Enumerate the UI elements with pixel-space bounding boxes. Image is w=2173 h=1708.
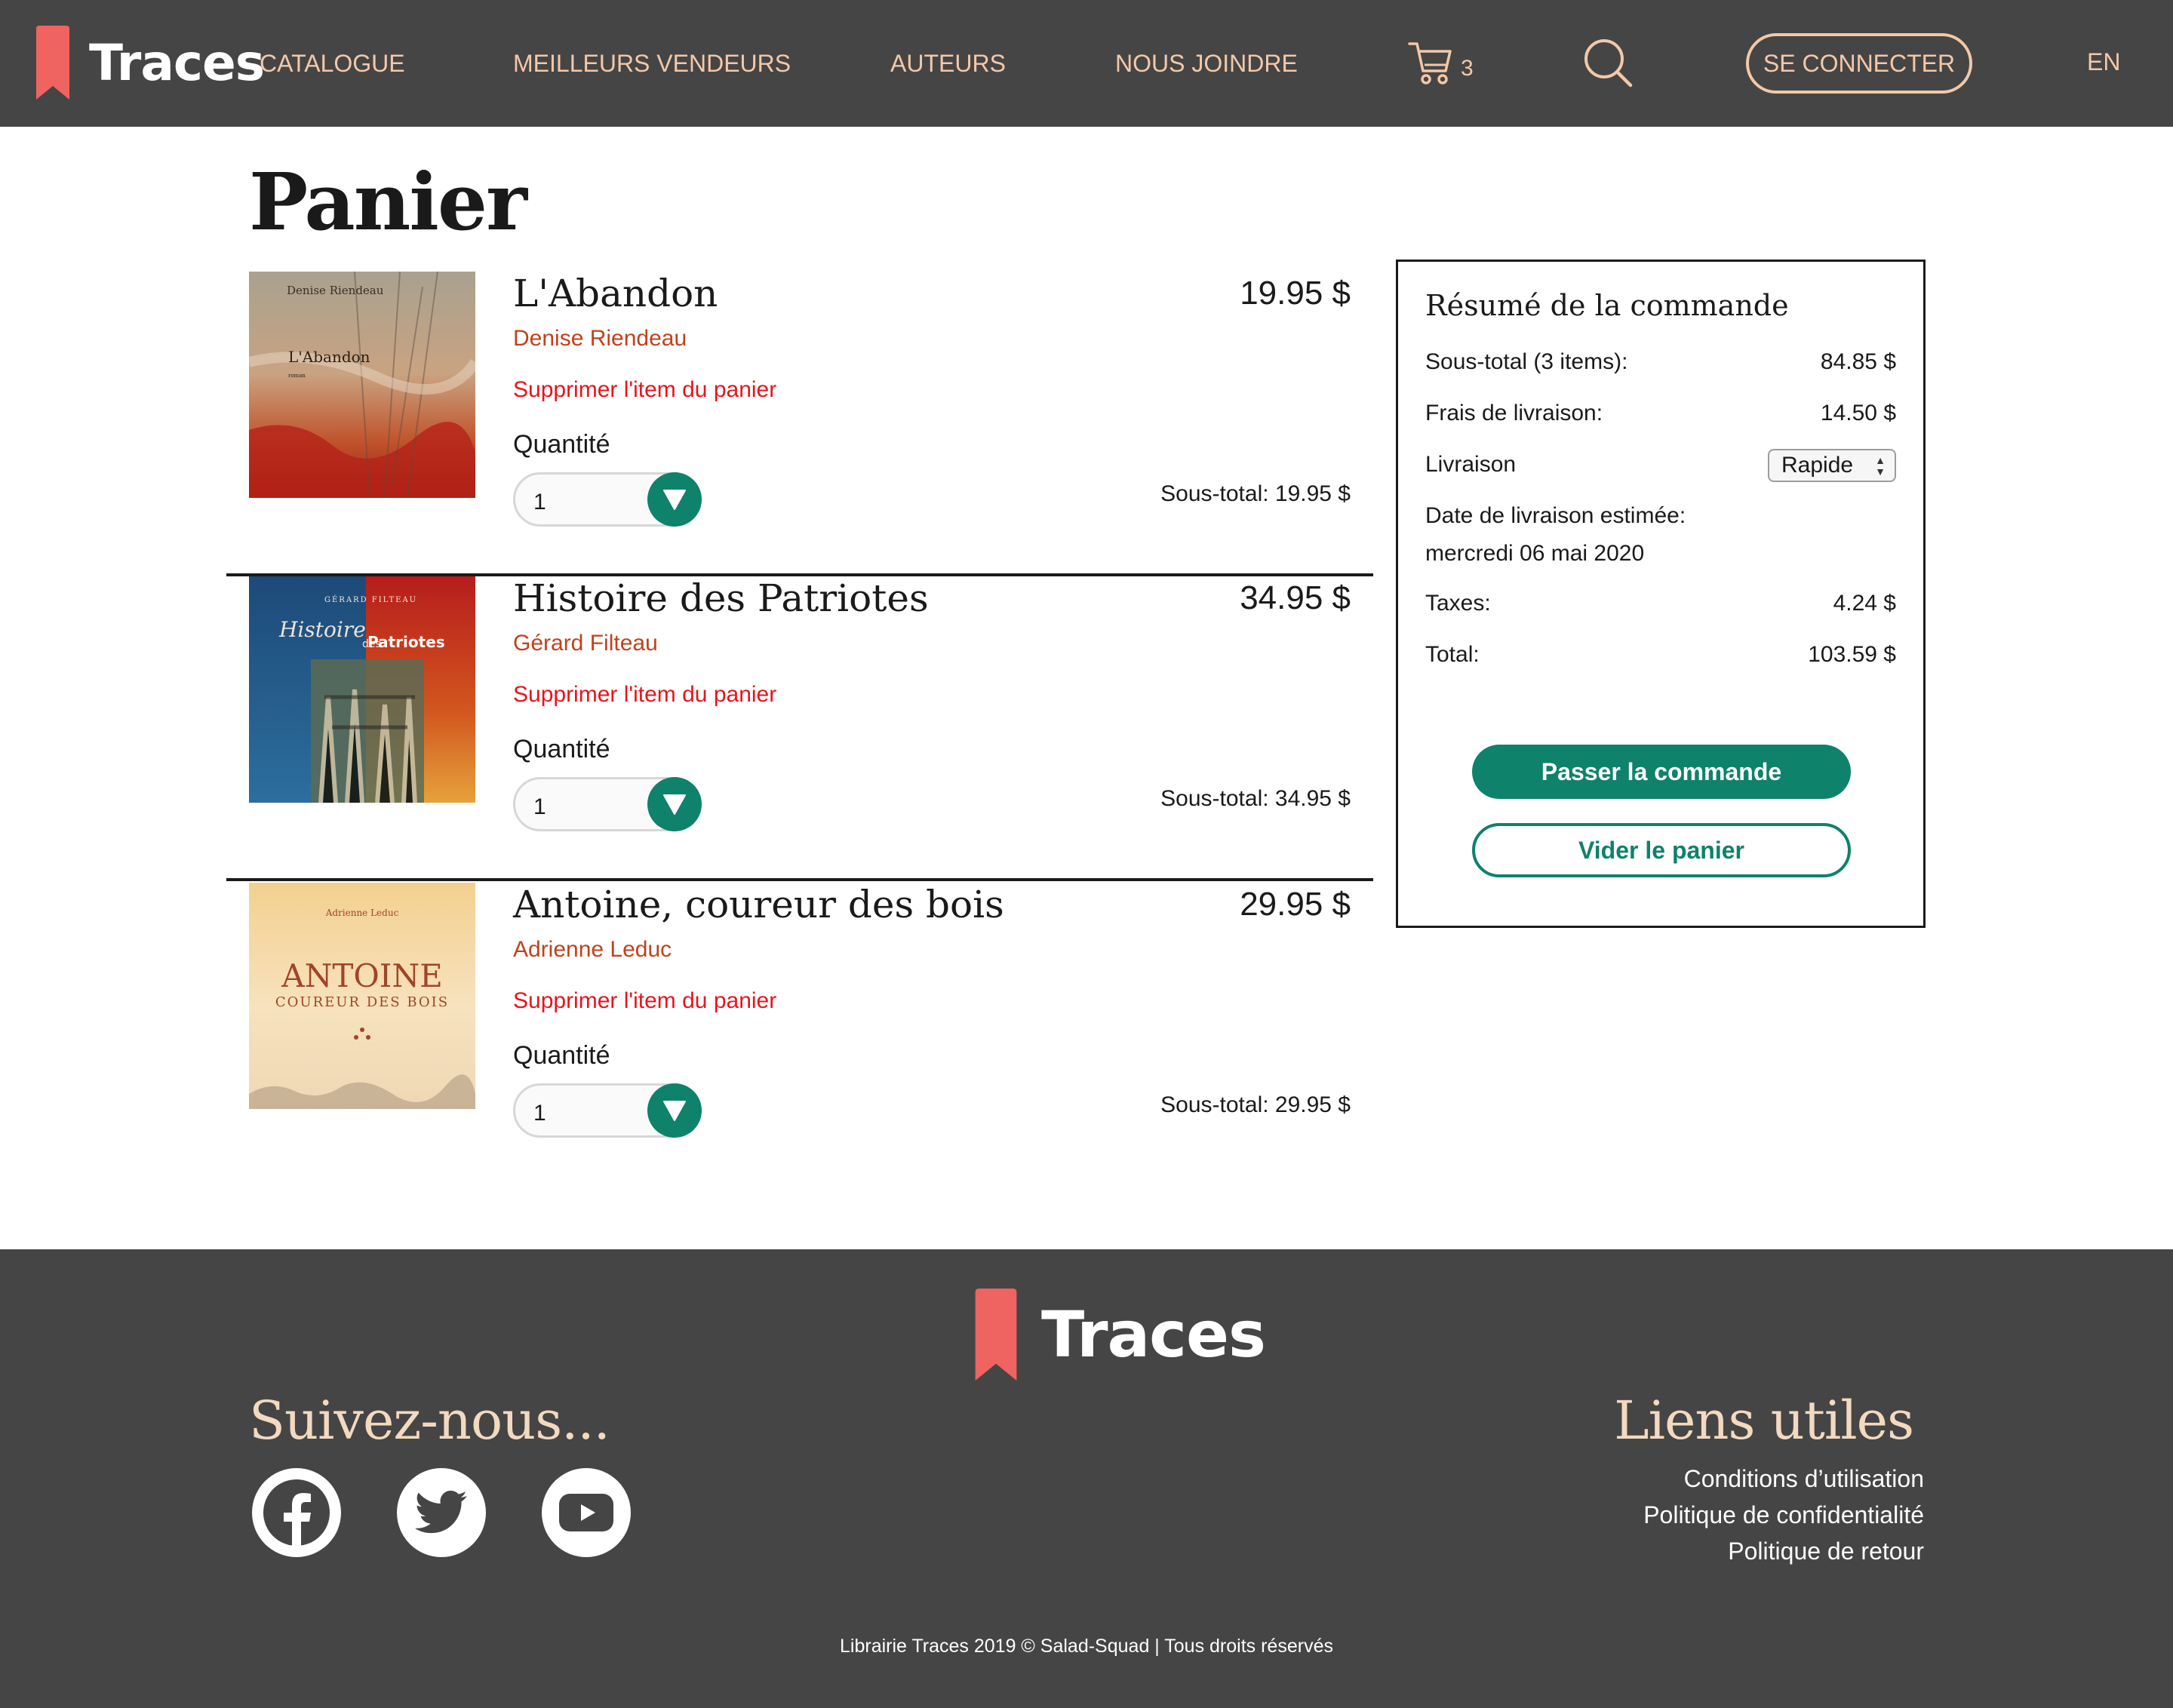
facebook-icon [263, 1479, 330, 1547]
delivery-select[interactable]: Rapide ▲ ▼ [1768, 449, 1896, 482]
book-cover-image[interactable]: GÉRARD FILTEAU Histoire des Patriotes [249, 576, 475, 803]
shipping-value: 14.50 $ [1820, 401, 1896, 425]
cover-author-text: Denise Riendeau [287, 284, 384, 297]
cover-sub-text: COUREUR DES BOIS [275, 994, 449, 1010]
book-cover-abandon: Denise Riendeau L'Abandon roman [249, 272, 475, 498]
summary-title: Résumé de la commande [1425, 289, 1789, 322]
total-label: Total: [1425, 642, 1480, 667]
brand-name: Traces [89, 33, 265, 92]
item-subtotal: Sous-total: 29.95 $ [1160, 1092, 1351, 1117]
quantity-value: 1 [533, 490, 546, 515]
quantity-dropdown-button[interactable] [647, 777, 702, 831]
item-subtotal: Sous-total: 34.95 $ [1160, 786, 1351, 811]
remove-item-link[interactable]: Supprimer l'item du panier [513, 377, 776, 403]
taxes-value: 4.24 $ [1833, 591, 1896, 616]
facebook-link[interactable] [252, 1468, 341, 1557]
quantity-select[interactable]: 1 [513, 472, 702, 527]
terms-link[interactable]: Conditions d’utilisation [1684, 1465, 1924, 1493]
search-button[interactable] [1583, 38, 1633, 91]
quantity-select[interactable]: 1 [513, 777, 702, 831]
nav-contact[interactable]: NOUS JOINDRE [1115, 48, 1298, 78]
nav-catalogue[interactable]: CATALOGUE [260, 48, 405, 78]
subtotal-value: 84.85 $ [1820, 349, 1896, 374]
nav-bestsellers[interactable]: MEILLEURS VENDEURS [513, 48, 791, 78]
quantity-select[interactable]: 1 [513, 1083, 702, 1138]
privacy-link[interactable]: Politique de confidentialité [1643, 1501, 1924, 1529]
shipping-label: Frais de livraison: [1425, 401, 1603, 425]
quantity-label: Quantité [513, 735, 610, 763]
item-subtotal: Sous-total: 19.95 $ [1160, 481, 1351, 506]
cart-count: 3 [1461, 56, 1474, 81]
quantity-dropdown-button[interactable] [647, 1083, 702, 1138]
page-title: Panier [249, 155, 527, 248]
youtube-icon [559, 1494, 613, 1531]
site-footer: Traces Suivez-nous... Liens utiles Condi… [0, 1249, 2173, 1708]
estimated-date-label: Date de livraison estimée: [1425, 503, 1686, 528]
book-cover-image[interactable]: Denise Riendeau L'Abandon roman [249, 272, 475, 498]
item-title[interactable]: Histoire des Patriotes [513, 576, 929, 620]
triangle-down-icon [663, 1101, 686, 1121]
remove-item-link[interactable]: Supprimer l'item du panier [513, 682, 776, 708]
cover-title-text: Patriotes [367, 633, 445, 651]
taxes-label: Taxes: [1425, 591, 1491, 616]
item-title[interactable]: L'Abandon [513, 272, 718, 315]
item-author[interactable]: Denise Riendeau [513, 326, 687, 352]
site-header: Traces CATALOGUE MEILLEURS VENDEURS AUTE… [0, 0, 2173, 127]
bookmark-icon [975, 1289, 1017, 1381]
nav-authors[interactable]: AUTEURS [890, 48, 1006, 78]
quantity-value: 1 [533, 794, 546, 819]
place-order-button[interactable]: Passer la commande [1472, 745, 1851, 799]
updown-arrows-icon: ▲ ▼ [1875, 454, 1886, 478]
cart-icon [1408, 42, 1452, 84]
copyright-text: Librairie Traces 2019 © Salad-Squad | To… [840, 1636, 1333, 1657]
item-author[interactable]: Gérard Filteau [513, 631, 658, 656]
triangle-down-icon [663, 490, 686, 510]
estimated-date-value: mercredi 06 mai 2020 [1425, 541, 1645, 566]
cart-button[interactable]: 3 [1408, 39, 1474, 86]
cart-item: GÉRARD FILTEAU Histoire des Patriotes Hi… [226, 576, 1373, 881]
cart-item: Denise Riendeau L'Abandon roman L'Abando… [226, 272, 1373, 576]
cover-sub-text: roman [288, 373, 306, 379]
triangle-down-icon [663, 794, 686, 815]
twitter-link[interactable] [397, 1468, 486, 1557]
footer-brand-name: Traces [1041, 1298, 1266, 1372]
quantity-label: Quantité [513, 430, 610, 459]
delivery-selected-value: Rapide [1781, 453, 1854, 478]
subtotal-label: Sous-total (3 items): [1425, 349, 1628, 374]
order-summary: Résumé de la commande Sous-total (3 item… [1396, 260, 1926, 928]
cover-title-text: L'Abandon [288, 348, 370, 366]
item-author[interactable]: Adrienne Leduc [513, 937, 672, 963]
total-value: 103.59 $ [1808, 642, 1896, 667]
useful-links-title: Liens utiles [1614, 1390, 1914, 1451]
book-cover-image[interactable]: Adrienne Leduc ANTOINE COUREUR DES BOIS [249, 883, 475, 1109]
youtube-link[interactable] [542, 1468, 631, 1557]
empty-cart-button[interactable]: Vider le panier [1472, 823, 1851, 877]
book-cover-patriotes: GÉRARD FILTEAU Histoire des Patriotes [249, 576, 475, 803]
item-title[interactable]: Antoine, coureur des bois [513, 883, 1004, 926]
language-switch[interactable]: EN [2087, 48, 2120, 76]
cover-author-text: Adrienne Leduc [325, 908, 399, 918]
cover-title-text: Histoire [278, 617, 366, 642]
footer-brand-logo[interactable]: Traces [972, 1289, 1266, 1381]
quantity-value: 1 [533, 1101, 546, 1126]
twitter-icon [415, 1490, 467, 1534]
cart-item: Adrienne Leduc ANTOINE COUREUR DES BOIS … [226, 883, 1373, 1187]
search-icon [1584, 39, 1633, 88]
bookmark-icon [36, 26, 69, 100]
cover-title-text: ANTOINE [281, 957, 443, 994]
follow-us-title: Suivez-nous... [249, 1390, 610, 1451]
book-cover-antoine: Adrienne Leduc ANTOINE COUREUR DES BOIS [249, 883, 475, 1109]
brand-logo[interactable]: Traces [36, 26, 265, 100]
login-button[interactable]: SE CONNECTER [1746, 33, 1972, 94]
quantity-label: Quantité [513, 1041, 610, 1070]
cover-author-text: GÉRARD FILTEAU [324, 595, 417, 604]
return-policy-link[interactable]: Politique de retour [1728, 1538, 1924, 1565]
remove-item-link[interactable]: Supprimer l'item du panier [513, 988, 776, 1014]
item-price: 19.95 $ [1240, 275, 1351, 312]
item-price: 29.95 $ [1240, 886, 1351, 923]
delivery-label: Livraison [1425, 452, 1517, 477]
item-price: 34.95 $ [1240, 579, 1351, 616]
quantity-dropdown-button[interactable] [647, 472, 702, 527]
